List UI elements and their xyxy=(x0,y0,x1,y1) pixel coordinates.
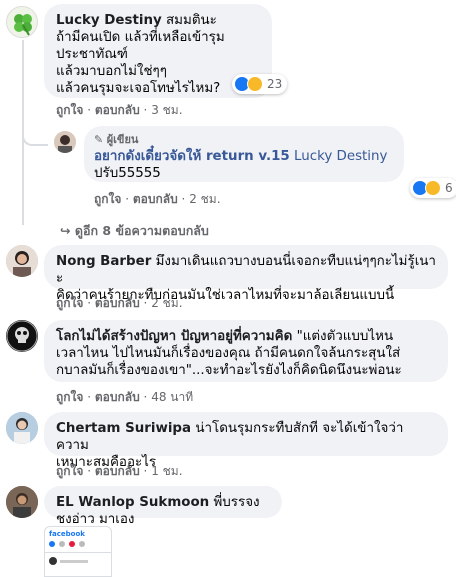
view-more-replies[interactable]: ↪ ดูอีก 8 ข้อความตอบกลับ xyxy=(60,221,209,241)
haha-icon xyxy=(425,180,441,196)
person-photo-icon xyxy=(6,245,38,277)
commenter-name[interactable]: โลกไม่ได้สร้างปัญหา ปัญหาอยู่ที่ความคิด xyxy=(56,329,292,344)
person-photo-icon xyxy=(6,412,38,444)
comment-actions: ถูกใจ · ตอบกลับ · 48 นาที xyxy=(56,390,194,404)
reply-link[interactable]: ตอบกลับ xyxy=(133,192,178,206)
comment-time[interactable]: 2 ชม. xyxy=(151,296,182,310)
avatar-el-wanlop[interactable] xyxy=(6,486,38,518)
comment-time[interactable]: 48 นาที xyxy=(151,390,193,404)
reply-link[interactable]: ตอบกลับ xyxy=(95,390,140,404)
like-link[interactable]: ถูกใจ xyxy=(56,103,83,117)
reply-link[interactable]: ตอบกลับ xyxy=(95,103,140,117)
like-link[interactable]: ถูกใจ xyxy=(56,296,83,310)
author-badge: ผู้เขียน xyxy=(106,133,139,146)
comment-time[interactable]: 3 ชม. xyxy=(151,103,182,117)
reply-text: ปรับ55555 xyxy=(94,166,161,181)
person-photo-icon xyxy=(54,131,76,153)
like-link[interactable]: ถูกใจ xyxy=(94,192,121,206)
commenter-name[interactable]: Lucky Destiny xyxy=(56,13,162,28)
reaction-count: 6 xyxy=(445,181,453,195)
reply-link[interactable]: ตอบกลับ xyxy=(95,464,140,478)
avatar-nong-barber[interactable] xyxy=(6,245,38,277)
reply-arrow-icon: ↪ xyxy=(60,223,71,238)
more-replies-label: ดูอีก 8 ข้อความตอบกลับ xyxy=(74,223,209,238)
facebook-logo-text: facebook xyxy=(49,530,85,538)
comment-text: "แต่งตัวแบบไหน xyxy=(296,329,394,344)
reply-link[interactable]: ตอบกลับ xyxy=(95,296,140,310)
comment-bubble: โลกไม่ได้สร้างปัญหา ปัญหาอยู่ที่ความคิด … xyxy=(44,320,448,382)
skull-icon xyxy=(6,320,38,352)
comment-actions: ถูกใจ · ตอบกลับ · 1 ชม. xyxy=(56,464,183,478)
comment-text-continued: ถ้ามีคนเปิด แล้วที่เหลือเข้ารุม ประชาทัณ… xyxy=(56,30,225,96)
pencil-icon: ✎ xyxy=(94,133,104,146)
reply-author-name[interactable]: อยากดังเดี๋ยวจัดให้ return v.15 xyxy=(94,149,290,164)
reaction-count: 23 xyxy=(267,77,283,91)
avatar-author[interactable] xyxy=(54,131,76,153)
comment-bubble: Chertam Suriwipa น่าโดนรุมกระทืบสักที จะ… xyxy=(44,412,448,470)
reply-connector xyxy=(22,130,48,146)
clover-icon xyxy=(14,14,32,36)
nav-icons-row xyxy=(45,538,111,550)
comment-bubble: EL Wanlop Sukmoon พี่บรรจงชงอ่าว มาเอง xyxy=(44,486,282,527)
reply-bubble: ✎ ผู้เขียน อยากดังเดี๋ยวจัดให้ return v.… xyxy=(84,126,404,182)
commenter-name[interactable]: EL Wanlop Sukmoon xyxy=(56,495,209,510)
commenter-name[interactable]: Chertam Suriwipa xyxy=(56,421,191,436)
tagged-user[interactable]: Lucky Destiny xyxy=(294,149,387,164)
haha-icon xyxy=(247,76,263,92)
commenter-name[interactable]: Nong Barber xyxy=(56,254,151,269)
post-row xyxy=(45,555,111,567)
avatar-lucky-destiny[interactable] xyxy=(6,6,38,38)
like-link[interactable]: ถูกใจ xyxy=(56,390,83,404)
avatar-chertam[interactable] xyxy=(6,412,38,444)
like-link[interactable]: ถูกใจ xyxy=(56,464,83,478)
comment-text: สมมตินะ xyxy=(166,13,217,28)
comment-actions: ถูกใจ · ตอบกลับ · 3 ชม. xyxy=(56,103,183,117)
comment-actions: ถูกใจ · ตอบกลับ · 2 ชม. xyxy=(56,296,183,310)
avatar-page-skull[interactable] xyxy=(6,320,38,352)
reaction-summary[interactable]: 23 xyxy=(232,74,288,94)
comment-time[interactable]: 1 ชม. xyxy=(151,464,182,478)
reaction-summary[interactable]: 6 xyxy=(410,178,456,198)
attached-image[interactable]: facebook xyxy=(44,526,112,577)
comment-bubble: Nong Barber มึงมาเดินแถวบางบอนนี่เจอกะทื… xyxy=(44,245,448,303)
comment-time[interactable]: 2 ชม. xyxy=(189,192,220,206)
comment-text-continued: เวลาไหน ไปไหนมันก็เรื่องของคุณ ถ้ามีคนดก… xyxy=(56,346,402,378)
reply-actions: ถูกใจ · ตอบกลับ · 2 ชม. xyxy=(94,192,221,206)
person-photo-icon xyxy=(6,486,38,518)
